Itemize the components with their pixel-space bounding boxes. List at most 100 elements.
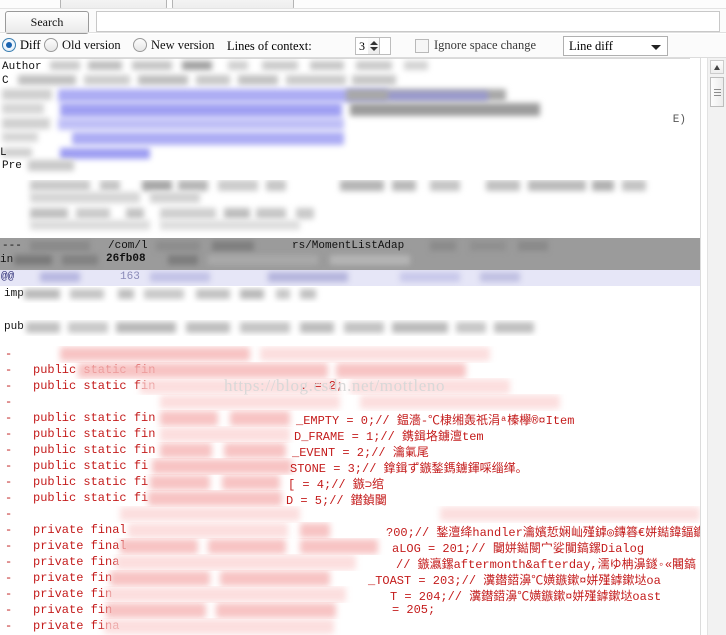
diff-line-marker: - <box>5 475 13 489</box>
diff-line-code: private fin <box>33 603 113 617</box>
diff-line-code: public static fi <box>33 491 149 505</box>
diff-line-deleted: - private fina <box>0 618 700 635</box>
diff-line-marker: - <box>5 443 13 457</box>
diff-line-deleted: - <box>0 506 700 523</box>
thumb-grip-line <box>714 92 721 93</box>
scroll-up-arrow-icon[interactable] <box>710 60 724 74</box>
hunk-marker: @@ <box>1 271 15 283</box>
diff-line-marker: - <box>5 523 13 537</box>
diff-content-pane[interactable]: Author C E) L Pre --- /com/l rs/MomentLi… <box>0 58 726 635</box>
metadata-third-label: Pre <box>2 160 22 172</box>
radio-diff-icon <box>2 38 16 52</box>
diff-line-code-tail: STONE = 3;// 鎿鍓ず鏃鍫鎷鐪鍕啋缁缂。 <box>290 462 528 475</box>
diff-line-deleted: - private final aLOG = 201;// 闄姘鐑閿宀娑闃鎬鏍D… <box>0 538 700 555</box>
search-button[interactable]: Search <box>5 11 89 34</box>
search-input[interactable] <box>96 11 720 32</box>
lines-of-context-stepper[interactable] <box>368 37 380 55</box>
diff-line-deleted: - public static fin _EMPTY = 0;// 鎾濇-℃棣缃… <box>0 410 700 427</box>
diff-line-code-tail: _TOAST = 203;// 瀵鐟鍣濞℃嫹鏃鏉¤姘殣鎼鏉垯oa <box>368 574 661 587</box>
radio-diff[interactable]: Diff <box>2 37 41 53</box>
diff-line-deleted: - public static fin _EVENT = 2;// 瀹氭尾 <box>0 442 700 459</box>
diff-mode-value: Line diff <box>569 38 613 53</box>
radio-old-version-label: Old version <box>62 37 121 52</box>
ignore-space-change-checkbox[interactable]: Ignore space change <box>415 38 536 53</box>
diff-line-code-tail: = 205; <box>392 603 436 617</box>
diff-line-code-tail: _EMPTY = 0;// 鎾濇-℃棣缃轰祇涓ᵃ榛欅®¤Item <box>296 414 575 427</box>
ignore-space-change-label: Ignore space change <box>434 38 537 52</box>
diff-mode-select[interactable]: Line diff <box>563 36 668 56</box>
diff-line-deleted: - private fin _TOAST = 203;// 瀵鐟鍣濞℃嫹鏃鏉¤姘… <box>0 570 700 587</box>
context-line-import: imp <box>0 287 700 303</box>
hunk-line-number: 163 <box>120 271 140 283</box>
diff-line-marker: - <box>5 539 13 553</box>
radio-old-version[interactable]: Old version <box>44 37 121 53</box>
stepper-up-icon <box>370 41 378 45</box>
diff-line-code: public static fi <box>33 475 149 489</box>
toolbar-top-strip <box>0 0 726 9</box>
vertical-scrollbar[interactable] <box>707 58 726 635</box>
diff-header-path2: rs/MomentListAdap <box>292 240 405 252</box>
search-toolbar: Search <box>0 9 726 34</box>
diff-line-deleted: - private fin = 205; <box>0 602 700 619</box>
diff-line-deleted: - private final ?00;// 鍫澶绛handler瀹嬪悊娴屾殣鎼… <box>0 522 700 539</box>
diff-line-marker: - <box>5 619 13 633</box>
diff-line-code-tail: _EVENT = 2;// 瀹氭尾 <box>292 446 429 459</box>
diff-header-minus: --- <box>2 240 22 252</box>
diff-line-code: public static fin <box>33 443 156 457</box>
diff-line-code: public static fin <box>33 427 156 441</box>
metadata-author-label: Author <box>2 61 42 73</box>
stepper-down-icon <box>370 47 378 51</box>
radio-new-version[interactable]: New version <box>133 37 215 53</box>
diff-line-marker: - <box>5 571 13 585</box>
diff-line-code: public static fi <box>33 459 149 473</box>
thumb-grip-line <box>714 89 721 90</box>
diff-line-deleted: - private fin T = 204;// 瀵鐟鍣濞℃嫹鏃鏉¤姘殣鎼鏉垯o… <box>0 586 700 603</box>
diff-line-code: private fin <box>33 587 113 601</box>
search-toolbar-divider <box>0 32 726 33</box>
metadata-top-divider <box>0 58 690 59</box>
scrollbar-thumb[interactable] <box>710 77 724 107</box>
diff-line-marker: - <box>5 507 13 521</box>
options-toolbar: Diff Old version New version Lines of co… <box>0 34 726 58</box>
watermark: https://blog.csdn.net/mottleno <box>224 376 446 395</box>
thumb-grip-line <box>714 95 721 96</box>
context-public-text: pub <box>4 321 24 333</box>
commit-metadata-block: Author C E) L Pre <box>0 58 700 178</box>
diff-header-path: /com/l <box>108 240 148 252</box>
diff-viewer-window: Search Diff Old version New version Line… <box>0 0 726 635</box>
diff-line-marker: - <box>5 347 13 361</box>
diff-line-deleted: - <box>0 346 700 363</box>
diff-line-deleted: - private fina // 鏃瀛鏍aftermonth&afterday… <box>0 554 700 571</box>
checkbox-icon <box>415 38 429 53</box>
metadata-row-label: L <box>0 147 7 159</box>
diff-line-marker: - <box>5 459 13 473</box>
diff-line-deleted: - public static fin D_FRAME = 1;// 鎸鍓垎鐪澶… <box>0 426 700 443</box>
diff-line-code-tail: [ = 4;// 鏃⊃绾 <box>288 478 385 491</box>
diff-line-code-tail: aLOG = 201;// 闄姘鐑閿宀娑闃鎬鏍Dialog <box>392 542 645 555</box>
diff-line-marker: - <box>5 363 13 377</box>
radio-old-version-icon <box>44 38 58 52</box>
diff-line-code: private fina <box>33 555 120 569</box>
lines-of-context-label: Lines of context: <box>227 39 312 53</box>
diff-line-marker: - <box>5 379 13 393</box>
diff-line-deleted: - <box>0 394 700 411</box>
diff-line-deleted: - public static fi [ = 4;// 鏃⊃绾 <box>0 474 700 491</box>
diff-header-index: in <box>0 254 14 266</box>
commit-message-block <box>0 180 700 238</box>
diff-line-marker: - <box>5 587 13 601</box>
diff-header-hash: 26fb08 <box>106 253 146 265</box>
diff-line-code: private fin <box>33 571 113 585</box>
diff-line-marker: - <box>5 395 13 409</box>
diff-line-marker: - <box>5 427 13 441</box>
diff-line-deleted: - public static fi STONE = 3;// 鎿鍓ず鏃鍫鎷鐪鍕… <box>0 458 700 475</box>
diff-file-header: --- /com/l rs/MomentListAdap in 26fb08 <box>0 238 700 270</box>
radio-diff-label: Diff <box>20 37 41 52</box>
diff-line-code-tail: D = 5;// 鐟鍞闄 <box>286 494 387 507</box>
chevron-down-icon <box>651 45 661 50</box>
diff-line-code-tail: T = 204;// 瀵鐟鍣濞℃嫹鏃鏉¤姘殣鎼鏉垯oast <box>390 590 662 603</box>
diff-line-marker: - <box>5 555 13 569</box>
diff-line-code-tail: // 鏃瀛鏍aftermonth&afterday,濡ゆ柟濞鐩◦«闀鎬 <box>396 558 697 571</box>
context-import-text: imp <box>4 288 24 300</box>
diff-line-deleted: - public static fi D = 5;// 鐟鍞闄 <box>0 490 700 507</box>
diff-line-marker: - <box>5 603 13 617</box>
